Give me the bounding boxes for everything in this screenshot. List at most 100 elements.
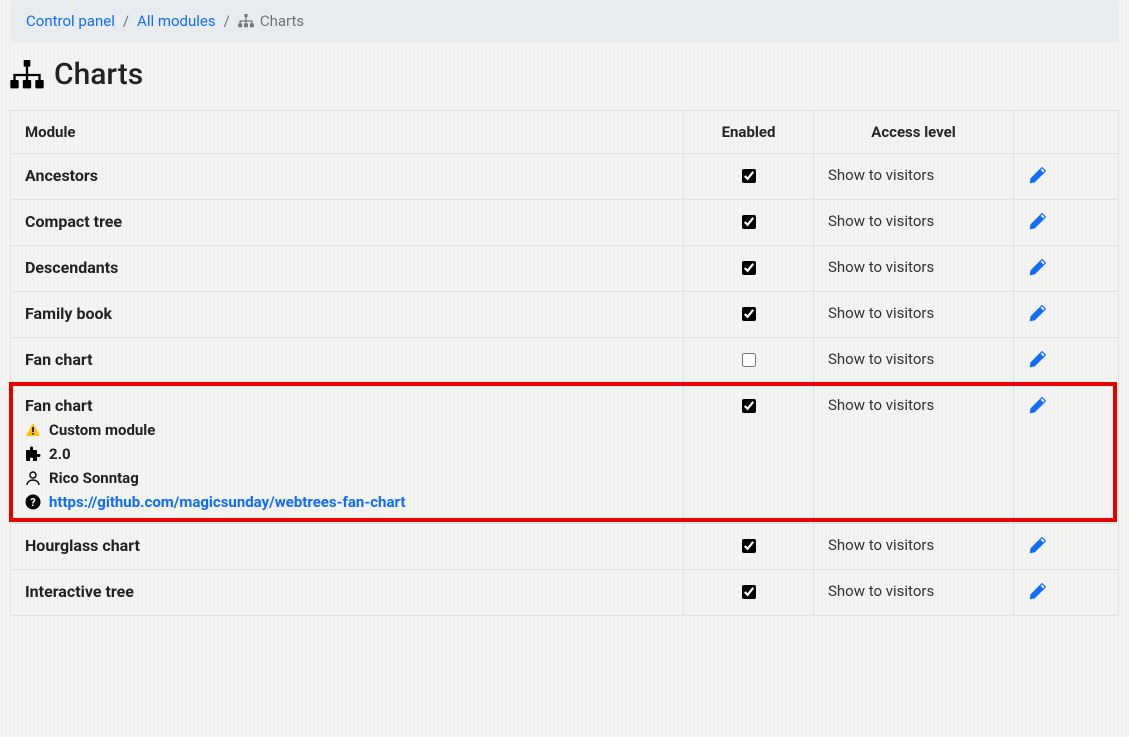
edit-button[interactable] [1028, 350, 1046, 368]
warning-icon [25, 422, 41, 438]
module-name: Fan chart [25, 350, 669, 369]
module-name: Fan chart [25, 396, 669, 415]
module-name: Compact tree [25, 212, 669, 231]
edit-button[interactable] [1028, 582, 1046, 600]
user-icon [25, 470, 41, 486]
edit-button[interactable] [1028, 258, 1046, 276]
access-level-text: Show to visitors [828, 536, 934, 554]
edit-cell [1014, 384, 1119, 524]
page-title-text: Charts [54, 57, 143, 92]
pencil-icon [1028, 583, 1046, 601]
module-name: Hourglass chart [25, 536, 669, 555]
access-level-text: Show to visitors [828, 304, 934, 322]
module-cell: Ancestors [11, 154, 684, 200]
module-cell: Descendants [11, 246, 684, 292]
enabled-cell [684, 338, 814, 384]
edit-button[interactable] [1028, 304, 1046, 322]
edit-button[interactable] [1028, 536, 1046, 554]
module-cell: Hourglass chart [11, 524, 684, 570]
access-cell: Show to visitors [814, 524, 1014, 570]
table-row: Fan chart Custom module 2.0 Rico Sonntag? ht… [11, 384, 1119, 524]
modules-table: Module Enabled Access level Ancestors Sho… [10, 110, 1119, 616]
module-cell: Family book [11, 292, 684, 338]
breadcrumb-separator: / [224, 12, 230, 30]
edit-button[interactable] [1028, 166, 1046, 184]
custom-module-label: Custom module [25, 421, 669, 439]
breadcrumb-control-panel[interactable]: Control panel [26, 12, 115, 30]
breadcrumb: Control panel / All modules / Charts [10, 0, 1119, 42]
col-enabled: Enabled [684, 111, 814, 154]
access-cell: Show to visitors [814, 200, 1014, 246]
enabled-checkbox[interactable] [742, 215, 756, 229]
col-access: Access level [814, 111, 1014, 154]
sitemap-icon [10, 60, 44, 90]
table-row: Compact tree Show to visitors [11, 200, 1119, 246]
edit-button[interactable] [1028, 212, 1046, 230]
breadcrumb-separator: / [123, 12, 129, 30]
enabled-cell [684, 384, 814, 524]
module-name: Family book [25, 304, 669, 323]
sitemap-icon [238, 14, 254, 28]
module-cell: Interactive tree [11, 570, 684, 616]
pencil-icon [1028, 537, 1046, 555]
pencil-icon [1028, 305, 1046, 323]
enabled-checkbox[interactable] [742, 585, 756, 599]
enabled-checkbox[interactable] [742, 353, 756, 367]
enabled-checkbox[interactable] [742, 307, 756, 321]
pencil-icon [1028, 351, 1046, 369]
table-row: Family book Show to visitors [11, 292, 1119, 338]
table-row: Hourglass chart Show to visitors [11, 524, 1119, 570]
enabled-checkbox[interactable] [742, 539, 756, 553]
question-circle-icon: ? [25, 494, 41, 510]
edit-cell [1014, 292, 1119, 338]
module-cell: Compact tree [11, 200, 684, 246]
custom-module-author: Rico Sonntag [25, 469, 669, 487]
svg-text:?: ? [30, 496, 36, 509]
access-level-text: Show to visitors [828, 350, 934, 368]
access-level-text: Show to visitors [828, 258, 934, 276]
access-level-text: Show to visitors [828, 582, 934, 600]
access-cell: Show to visitors [814, 292, 1014, 338]
edit-button[interactable] [1028, 396, 1046, 414]
edit-cell [1014, 570, 1119, 616]
access-cell: Show to visitors [814, 384, 1014, 524]
access-cell: Show to visitors [814, 246, 1014, 292]
col-module: Module [11, 111, 684, 154]
enabled-cell [684, 246, 814, 292]
enabled-cell [684, 154, 814, 200]
breadcrumb-all-modules[interactable]: All modules [137, 12, 216, 30]
puzzle-icon [25, 446, 41, 462]
breadcrumb-current-label: Charts [260, 12, 304, 30]
enabled-checkbox[interactable] [742, 399, 756, 413]
enabled-cell [684, 524, 814, 570]
access-level-text: Show to visitors [828, 212, 934, 230]
custom-module-version: 2.0 [25, 445, 669, 463]
custom-module-url[interactable]: https://github.com/magicsunday/webtrees-… [49, 493, 405, 511]
table-row: Interactive tree Show to visitors [11, 570, 1119, 616]
custom-module-url-row: ? https://github.com/magicsunday/webtrees… [25, 493, 669, 511]
access-level-text: Show to visitors [828, 166, 934, 184]
module-name: Ancestors [25, 166, 669, 185]
pencil-icon [1028, 397, 1046, 415]
enabled-cell [684, 570, 814, 616]
table-row: Fan chart Show to visitors [11, 338, 1119, 384]
enabled-checkbox[interactable] [742, 169, 756, 183]
module-name: Descendants [25, 258, 669, 277]
pencil-icon [1028, 213, 1046, 231]
module-cell: Fan chart Custom module 2.0 Rico Sonntag? ht… [11, 384, 684, 524]
edit-cell [1014, 154, 1119, 200]
enabled-cell [684, 200, 814, 246]
edit-cell [1014, 524, 1119, 570]
access-cell: Show to visitors [814, 338, 1014, 384]
pencil-icon [1028, 167, 1046, 185]
edit-cell [1014, 200, 1119, 246]
col-edit [1014, 111, 1119, 154]
table-row: Descendants Show to visitors [11, 246, 1119, 292]
edit-cell [1014, 338, 1119, 384]
module-name: Interactive tree [25, 582, 669, 601]
breadcrumb-current: Charts [238, 12, 304, 30]
enabled-cell [684, 292, 814, 338]
enabled-checkbox[interactable] [742, 261, 756, 275]
page-title: Charts [10, 57, 1119, 92]
module-cell: Fan chart [11, 338, 684, 384]
